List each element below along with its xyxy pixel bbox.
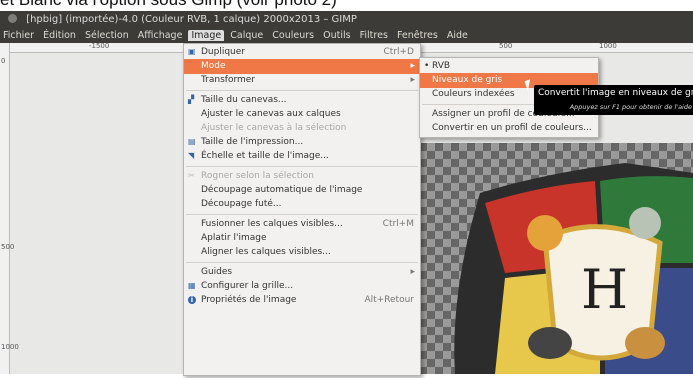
menu-filtres[interactable]: Filtres bbox=[357, 30, 391, 41]
menu-fichier[interactable]: Fichier bbox=[0, 30, 37, 41]
ruler-label: 500 bbox=[1, 243, 15, 251]
menu-item-label: Rogner selon la sélection bbox=[201, 171, 314, 181]
image-canvas[interactable]: H bbox=[395, 143, 693, 374]
tooltip-text: Convertit l'image en niveaux de gris bbox=[538, 88, 693, 98]
canvas-size-icon: ▞ bbox=[188, 95, 195, 104]
menu-item-label: Aligner les calques visibles... bbox=[201, 247, 331, 257]
info-icon: i bbox=[188, 296, 196, 304]
menu-couleurs[interactable]: Couleurs bbox=[269, 30, 317, 41]
menu-fenetres[interactable]: Fenêtres bbox=[394, 30, 441, 41]
menu-item-decoupage-fute[interactable]: Découpage futé... bbox=[184, 197, 420, 212]
menu-aide[interactable]: Aide bbox=[444, 30, 471, 41]
menu-item-taille-canevas[interactable]: ▞ Taille du canevas... bbox=[184, 93, 420, 108]
menu-item-label: Taille de l'impression... bbox=[201, 137, 304, 147]
menu-item-decoupage-auto[interactable]: Découpage automatique de l'image bbox=[184, 183, 420, 198]
menu-item-label: Niveaux de gris bbox=[432, 75, 503, 85]
menu-item-proprietes-image[interactable]: i Propriétés de l'image Alt+Retour bbox=[184, 293, 420, 308]
close-window-icon[interactable] bbox=[8, 14, 17, 23]
menu-item-ajuster-selection: Ajuster le canevas à la sélection bbox=[184, 121, 420, 136]
menu-outils[interactable]: Outils bbox=[320, 30, 353, 41]
menu-edition[interactable]: Édition bbox=[40, 30, 79, 41]
menu-separator bbox=[186, 166, 418, 167]
ruler-label: 1000 bbox=[599, 42, 617, 50]
article-caption: et Blanc via l'option sous Gimp (voir ph… bbox=[0, 0, 693, 11]
menu-separator bbox=[186, 214, 418, 215]
duplicate-icon: ▣ bbox=[188, 47, 196, 56]
shortcut-label: Ctrl+M bbox=[382, 219, 414, 229]
submenu-item-convertir-profil[interactable]: Convertir en un profil de couleurs... bbox=[420, 121, 598, 136]
ruler-label: 500 bbox=[499, 42, 513, 50]
menu-item-label: Taille du canevas... bbox=[201, 95, 287, 105]
menu-item-label: Ajuster le canevas aux calques bbox=[201, 109, 341, 119]
menu-separator bbox=[186, 90, 418, 91]
menu-item-label: Configurer la grille... bbox=[201, 281, 294, 291]
tooltip-hint: Appuyez sur F1 pour obtenir de l'aide bbox=[569, 103, 692, 111]
tooltip: Convertit l'image en niveaux de gris App… bbox=[534, 85, 693, 115]
menu-item-label: Dupliquer bbox=[201, 47, 246, 57]
ruler-label: 1000 bbox=[1, 343, 19, 351]
menu-item-label: Mode bbox=[201, 61, 226, 71]
menu-item-guides[interactable]: Guides ▸ bbox=[184, 265, 420, 280]
submenu-arrow-icon: ▸ bbox=[410, 61, 415, 71]
window-titlebar: [hpbig] (importée)-4.0 (Couleur RVB, 1 c… bbox=[0, 11, 693, 29]
submenu-arrow-icon: ▸ bbox=[410, 75, 415, 85]
scale-image-icon: ◥ bbox=[188, 151, 195, 160]
menu-item-fusionner-calques[interactable]: Fusionner les calques visibles... Ctrl+M bbox=[184, 217, 420, 232]
shortcut-label: Ctrl+D bbox=[383, 47, 415, 57]
svg-text:H: H bbox=[581, 258, 628, 321]
menu-item-label: Découpage automatique de l'image bbox=[201, 185, 363, 195]
menu-item-label: Propriétés de l'image bbox=[201, 295, 297, 305]
menu-item-configurer-grille[interactable]: ▦ Configurer la grille... bbox=[184, 279, 420, 294]
menu-item-echelle-image[interactable]: ◥ Échelle et taille de l'image... bbox=[184, 149, 420, 164]
menu-item-label: Transformer bbox=[201, 75, 256, 85]
menu-item-label: Découpage futé... bbox=[201, 199, 282, 209]
menu-image[interactable]: Image bbox=[188, 30, 225, 41]
menu-item-ajuster-calques[interactable]: Ajuster le canevas aux calques bbox=[184, 107, 420, 122]
grid-icon: ▦ bbox=[188, 281, 196, 290]
submenu-item-rvb[interactable]: • RVB bbox=[420, 59, 598, 74]
menu-item-dupliquer[interactable]: ▣ Dupliquer Ctrl+D bbox=[184, 45, 420, 60]
menu-item-label: Aplatir l'image bbox=[201, 233, 267, 243]
menu-item-aligner-calques[interactable]: Aligner les calques visibles... bbox=[184, 245, 420, 260]
radio-bullet-icon: • bbox=[424, 61, 430, 71]
menu-item-aplatir[interactable]: Aplatir l'image bbox=[184, 231, 420, 246]
menu-item-mode[interactable]: Mode ▸ bbox=[184, 59, 420, 74]
menu-separator bbox=[186, 262, 418, 263]
menu-calque[interactable]: Calque bbox=[227, 30, 266, 41]
menubar: Fichier Édition Sélection Affichage Imag… bbox=[0, 29, 693, 43]
ruler-label: -1500 bbox=[89, 42, 110, 50]
submenu-arrow-icon: ▸ bbox=[410, 267, 415, 277]
window-title: [hpbig] (importée)-4.0 (Couleur RVB, 1 c… bbox=[26, 14, 357, 25]
menu-item-taille-impression[interactable]: ▤ Taille de l'impression... bbox=[184, 135, 420, 150]
ruler-label: 0 bbox=[1, 57, 6, 65]
menu-item-transformer[interactable]: Transformer ▸ bbox=[184, 73, 420, 88]
menu-item-label: Couleurs indexées bbox=[432, 89, 515, 99]
hogwarts-crest-image: H bbox=[454, 163, 693, 374]
menu-item-label: Convertir en un profil de couleurs... bbox=[432, 123, 592, 133]
menu-item-label: Échelle et taille de l'image... bbox=[201, 151, 329, 161]
menu-item-label: RVB bbox=[432, 61, 451, 71]
menu-item-label: Fusionner les calques visibles... bbox=[201, 219, 343, 229]
print-size-icon: ▤ bbox=[188, 137, 196, 146]
shortcut-label: Alt+Retour bbox=[364, 295, 414, 305]
menu-affichage[interactable]: Affichage bbox=[135, 30, 186, 41]
menu-item-label: Guides bbox=[201, 267, 233, 277]
crop-icon: ✂ bbox=[188, 171, 195, 180]
image-menu: ▣ Dupliquer Ctrl+D Mode ▸ Transformer ▸ … bbox=[183, 43, 421, 376]
menu-selection[interactable]: Sélection bbox=[82, 30, 132, 41]
menu-item-label: Ajuster le canevas à la sélection bbox=[201, 123, 347, 133]
vertical-ruler: 0 500 1000 bbox=[0, 43, 19, 374]
menu-item-rogner-selection: ✂ Rogner selon la sélection bbox=[184, 169, 420, 184]
